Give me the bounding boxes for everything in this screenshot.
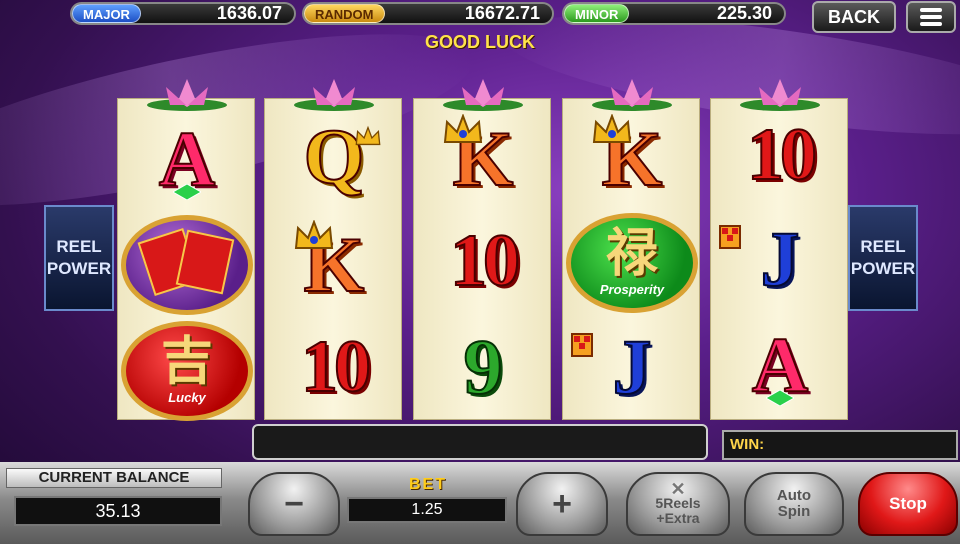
reel-2: Q K 10 [264,79,403,420]
balance-label: CURRENT BALANCE [6,468,222,488]
symbol-letter: J [760,214,801,302]
reel-power-line2: POWER [850,259,916,278]
reel-symbol: J [711,205,849,312]
balance-value: 35.13 [14,496,222,526]
symbol-letter: K [294,219,365,304]
extra-line1: 5Reels [655,495,701,511]
reel-5: 10 J A [710,79,849,420]
reel-symbol: 吉 Lucky [118,317,256,424]
menu-icon [920,5,942,29]
reel-symbol: K [265,211,403,318]
symbol-letter: K [592,113,663,198]
jackpot-random-value: 16672.71 [464,3,540,23]
game-stage: MAJOR 1636.07 RANDOM 16672.71 MINOR 225.… [0,0,960,544]
gem-icon [173,184,201,200]
reel-symbol: A [118,105,256,212]
autospin-line2: Spin [777,503,811,520]
reel-power-line2: POWER [46,259,112,278]
red-envelopes-badge [121,214,253,315]
menu-button[interactable] [906,1,956,33]
lucky-glyph: 吉 [160,331,213,392]
win-display: WIN: [722,430,958,460]
reel-symbol: J [563,313,701,420]
reel-symbol [118,211,256,318]
crown-icon [592,113,631,143]
reel-symbol: 禄 Prosperity [563,209,701,316]
decrease-bet-button[interactable]: − [248,472,340,536]
jackpot-random: RANDOM 16672.71 [302,2,554,25]
symbol-letter: K [443,113,514,198]
flag-icon [719,225,741,249]
symbol-letter: 10 [746,113,818,196]
red-envelope-icon [175,229,235,295]
autospin-line1: Auto [776,487,812,504]
symbol-letter: J [612,322,653,410]
status-message: GOOD LUCK [425,32,535,52]
close-icon: ✕ [670,479,686,499]
reel-symbol: 9 [414,313,552,420]
lucky-caption: Lucky [168,390,206,405]
autospin-button[interactable]: Auto Spin [744,472,844,536]
back-button[interactable]: BACK [812,1,896,33]
bet-value: 1.25 [347,497,507,523]
crown-icon [443,113,482,143]
reels-extra-button[interactable]: ✕ 5Reels +Extra [626,472,730,536]
reel-symbol: 10 [711,101,849,208]
reel-power-panel-left: REEL POWER [44,205,114,311]
symbol-letter: 10 [449,219,521,302]
balance-panel: CURRENT BALANCE 35.13 [0,464,230,544]
gem-icon [766,390,794,406]
reel-power-panel-right: REEL POWER [848,205,918,311]
jackpot-major-label: MAJOR [72,4,141,23]
reel-4: K 禄 Prosperity J [562,79,701,420]
flag-icon [571,333,593,357]
reel-3: K 10 9 [413,79,552,420]
symbol-letter: 9 [463,322,504,410]
prosperity-badge: 禄 Prosperity [566,212,698,313]
prosperity-glyph: 禄 [605,223,658,284]
reel-power-line1: REEL [860,236,906,256]
reel-symbol: 10 [414,207,552,314]
reel-symbol: Q [265,103,403,210]
message-bar [252,424,708,460]
reel-1: A 吉 Lucky [117,79,256,421]
jackpot-random-label: RANDOM [304,4,385,23]
symbol-letter: 10 [300,325,372,408]
bet-label: BET [409,476,447,493]
reel-symbol: 10 [265,313,403,420]
jackpot-minor: MINOR 225.30 [562,2,786,25]
reel-power-line1: REEL [56,236,102,256]
increase-bet-button[interactable]: + [516,472,608,536]
jackpot-major-value: 1636.07 [216,3,282,23]
jackpot-minor-value: 225.30 [716,3,772,23]
reel-symbol: K [563,105,701,212]
stop-button[interactable]: Stop [858,472,958,536]
crown-icon [294,219,333,249]
prosperity-caption: Prosperity [599,282,665,297]
win-label: WIN: [730,436,765,453]
jackpot-minor-label: MINOR [564,4,630,23]
extra-line2: +Extra [656,510,700,526]
reel-symbol: A [711,311,849,418]
jackpot-major: MAJOR 1636.07 [70,2,296,25]
crown-icon [355,125,381,146]
reel-symbol: K [414,105,552,212]
lucky-badge: 吉 Lucky [121,320,253,421]
